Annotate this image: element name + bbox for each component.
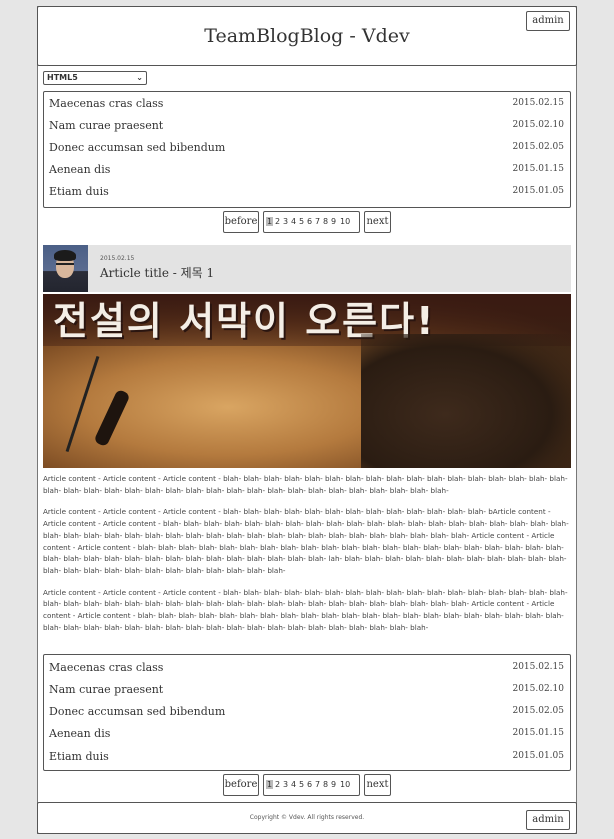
page-link[interactable]: 8 bbox=[323, 217, 328, 226]
page-link[interactable]: 2 bbox=[275, 780, 280, 789]
copyright-text: Copyright © Vdev. All rights reserved. bbox=[249, 814, 365, 821]
list-item[interactable]: Maecenas cras class 2015.02.15 bbox=[49, 658, 564, 678]
page-link[interactable]: 5 bbox=[299, 217, 304, 226]
page-link[interactable]: 8 bbox=[323, 780, 328, 789]
list-item[interactable]: Donec accumsan sed bibendum 2015.02.05 bbox=[49, 702, 564, 722]
list-item[interactable]: Donec accumsan sed bibendum 2015.02.05 bbox=[49, 138, 564, 158]
page-link[interactable]: 4 bbox=[291, 217, 296, 226]
image-figure bbox=[93, 388, 131, 448]
article-image: 전설의 서막이 오른다! bbox=[43, 294, 571, 468]
page-link[interactable]: 6 bbox=[307, 217, 312, 226]
post-list-top: Maecenas cras class 2015.02.15 Nam curae … bbox=[43, 91, 571, 208]
page-link[interactable]: 9 bbox=[331, 780, 336, 789]
article-title[interactable]: Article title - 제목 1 bbox=[100, 264, 214, 281]
next-button[interactable]: next bbox=[364, 774, 391, 796]
pagination-bottom: before 1 2 3 4 5 6 7 8 9 10 next bbox=[223, 774, 391, 796]
page-link[interactable]: 7 bbox=[315, 217, 320, 226]
avatar bbox=[43, 245, 88, 292]
before-button[interactable]: before bbox=[223, 211, 259, 233]
page-link[interactable]: 4 bbox=[291, 780, 296, 789]
page-link[interactable]: 9 bbox=[331, 217, 336, 226]
page-link[interactable]: 2 bbox=[275, 217, 280, 226]
image-shadow bbox=[361, 334, 571, 468]
avatar-glasses bbox=[56, 263, 74, 269]
article-body: Article content - Article content - Arti… bbox=[43, 473, 571, 643]
category-select-value: HTML5 bbox=[47, 73, 78, 82]
site-title: TeamBlogBlog - Vdev bbox=[204, 25, 410, 47]
page-link[interactable]: 5 bbox=[299, 780, 304, 789]
article-paragraph: Article content - Article content - Arti… bbox=[43, 587, 568, 632]
page-link[interactable]: 6 bbox=[307, 780, 312, 789]
before-button[interactable]: before bbox=[223, 774, 259, 796]
page-link-current[interactable]: 1 bbox=[266, 780, 274, 789]
category-select[interactable]: HTML5 ⌄ bbox=[43, 71, 147, 85]
site-footer: Copyright © Vdev. All rights reserved. bbox=[37, 802, 577, 834]
list-item[interactable]: Nam curae praesent 2015.02.10 bbox=[49, 680, 564, 700]
list-item[interactable]: Etiam duis 2015.01.05 bbox=[49, 747, 564, 767]
avatar-hair bbox=[54, 250, 76, 261]
site-header: TeamBlogBlog - Vdev bbox=[37, 6, 577, 66]
post-list-bottom: Maecenas cras class 2015.02.15 Nam curae … bbox=[43, 654, 571, 771]
article-header: 2015.02.15 Article title - 제목 1 bbox=[43, 245, 571, 292]
next-button[interactable]: next bbox=[364, 211, 391, 233]
article-paragraph: Article content - Article content - Arti… bbox=[43, 507, 569, 575]
page-link[interactable]: 3 bbox=[283, 217, 288, 226]
page-link[interactable]: 10 bbox=[340, 780, 350, 789]
list-item[interactable]: Aenean dis 2015.01.15 bbox=[49, 160, 564, 180]
list-item[interactable]: Etiam duis 2015.01.05 bbox=[49, 182, 564, 202]
list-item[interactable]: Maecenas cras class 2015.02.15 bbox=[49, 94, 564, 114]
list-item[interactable]: Aenean dis 2015.01.15 bbox=[49, 724, 564, 744]
page-link[interactable]: 10 bbox=[340, 217, 350, 226]
page-numbers: 1 2 3 4 5 6 7 8 9 10 bbox=[263, 211, 360, 233]
admin-button-footer[interactable]: admin bbox=[526, 810, 570, 830]
pagination-top: before 1 2 3 4 5 6 7 8 9 10 next bbox=[223, 211, 391, 233]
article-paragraph: Article content - Article content - Arti… bbox=[43, 474, 568, 495]
page-link-current[interactable]: 1 bbox=[266, 217, 274, 226]
page-link[interactable]: 7 bbox=[315, 780, 320, 789]
chevron-down-icon: ⌄ bbox=[136, 73, 143, 82]
page-numbers: 1 2 3 4 5 6 7 8 9 10 bbox=[263, 774, 360, 796]
list-item[interactable]: Nam curae praesent 2015.02.10 bbox=[49, 116, 564, 136]
article-date: 2015.02.15 bbox=[100, 255, 135, 262]
page-link[interactable]: 3 bbox=[283, 780, 288, 789]
admin-button[interactable]: admin bbox=[526, 11, 570, 31]
